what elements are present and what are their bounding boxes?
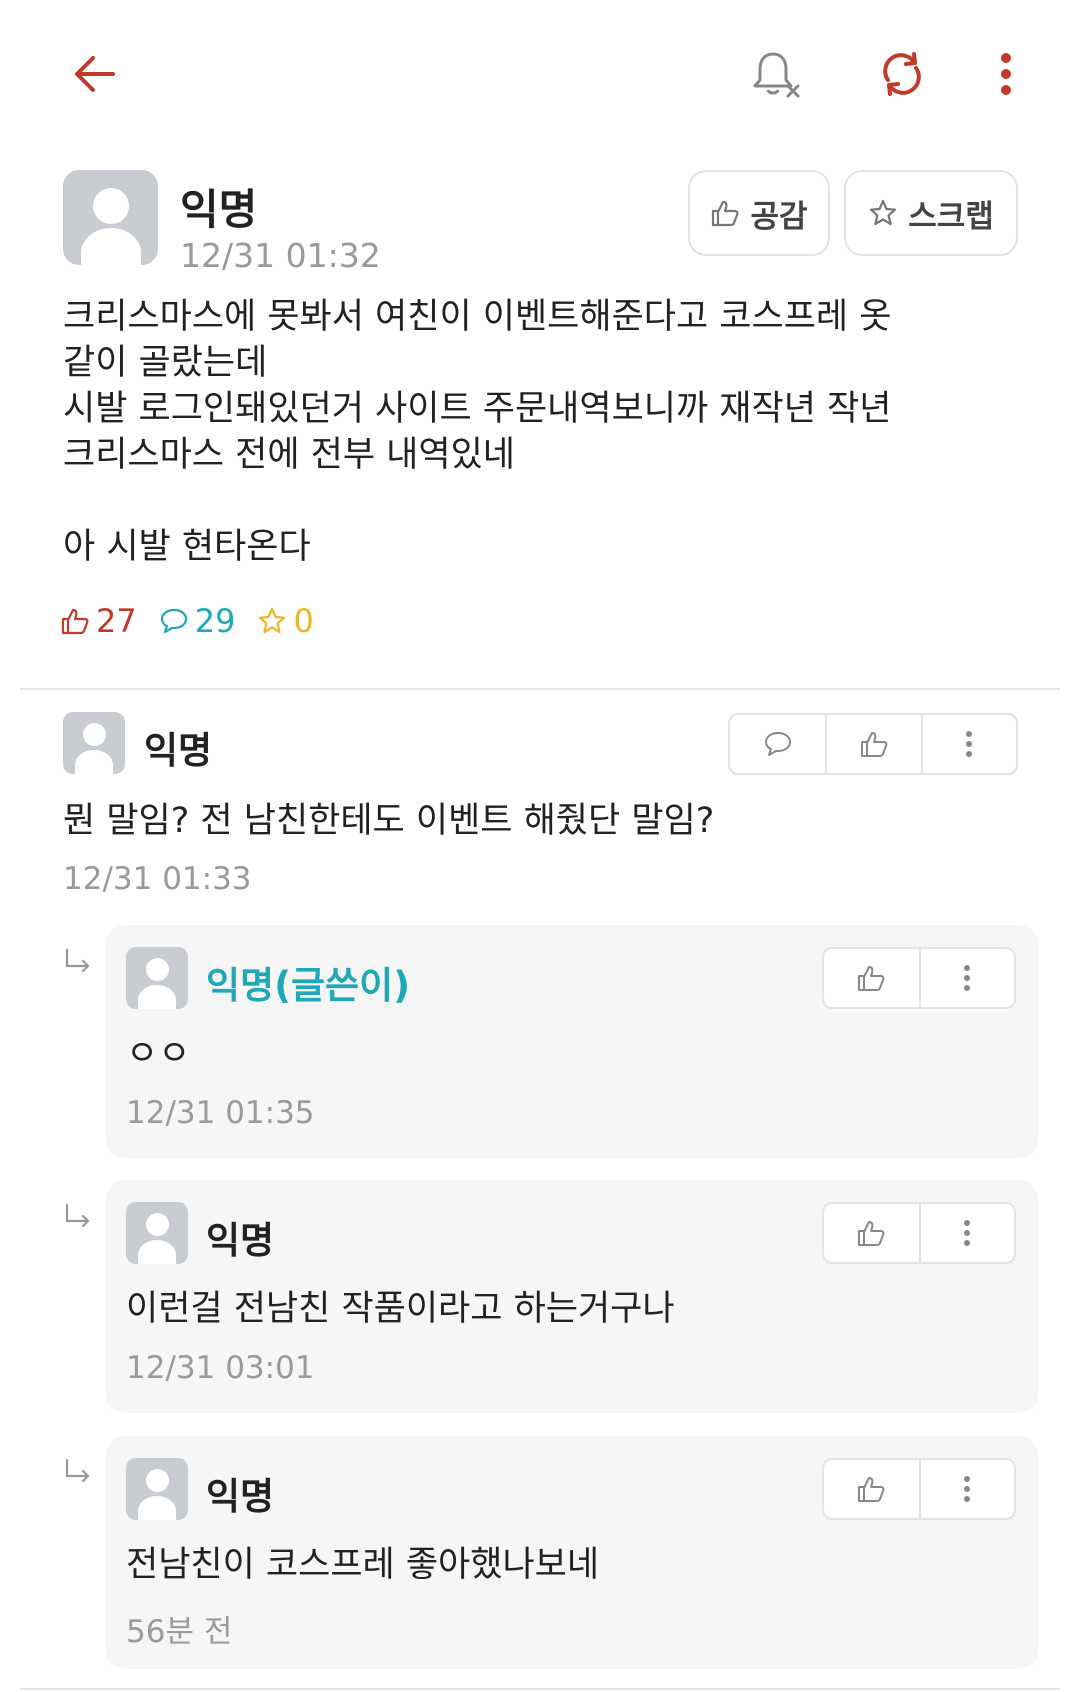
post-stats: 27 29 0 (60, 602, 336, 640)
reply-like-button[interactable] (824, 949, 919, 1007)
comment-actions (728, 713, 1018, 775)
comment-count-value: 29 (194, 602, 236, 640)
reply-text: ㅇㅇ (126, 1034, 191, 1074)
post-author: 익명 (180, 185, 258, 234)
reply-arrow-icon (65, 948, 90, 972)
scrap-count-value: 0 (293, 602, 314, 640)
comment-like-button[interactable] (825, 715, 920, 773)
reply-more-button[interactable] (918, 1460, 1014, 1518)
reply-author: 익명 (206, 1475, 275, 1518)
reply-card: 익명 전남친이 코스프레 좋아했나보네 56분 전 (106, 1436, 1038, 1669)
reply-more-button[interactable] (918, 949, 1014, 1007)
back-arrow-icon (75, 56, 115, 92)
more-vertical-icon (964, 1220, 971, 1246)
thumbs-up-icon (858, 966, 885, 991)
comment-text: 뭔 말임? 전 남친한테도 이벤트 해줬단 말임? (63, 801, 715, 841)
bottom-divider (20, 1688, 1060, 1690)
reply-actions (822, 947, 1016, 1009)
thumbs-up-icon (861, 732, 888, 757)
like-post-label: 공감 (750, 198, 808, 235)
scrap-count: 0 (257, 602, 314, 640)
reply-avatar (126, 1458, 188, 1520)
reply-avatar (126, 947, 188, 1009)
reply-card: 익명 이런걸 전남친 작품이라고 하는거구나 12/31 03:01 (106, 1180, 1038, 1413)
reply-more-button[interactable] (918, 1204, 1014, 1262)
like-count-value: 27 (96, 602, 137, 640)
reply-button[interactable] (730, 715, 825, 773)
more-vertical-icon (964, 1476, 971, 1502)
comment-more-button[interactable] (920, 715, 1016, 773)
reply-actions (822, 1458, 1016, 1520)
reply-author-op: 익명(글쓴이) (206, 964, 411, 1007)
reply-card: 익명(글쓴이) ㅇㅇ 12/31 01:35 (106, 925, 1038, 1158)
reply-text: 이런걸 전남친 작품이라고 하는거구나 (126, 1289, 675, 1329)
thumbs-up-icon (858, 1221, 885, 1246)
scrap-button[interactable]: 스크랩 (844, 170, 1018, 256)
like-count: 27 (60, 602, 137, 640)
more-menu-button[interactable] (966, 34, 1046, 114)
reply-time: 12/31 03:01 (126, 1350, 315, 1386)
thumbs-up-icon (61, 608, 89, 635)
refresh-icon (883, 52, 921, 96)
reply-arrow-icon (65, 1458, 90, 1482)
section-divider (20, 688, 1060, 690)
star-icon (259, 607, 286, 634)
reply-time: 56분 전 (126, 1614, 233, 1650)
reply-like-button[interactable] (824, 1460, 919, 1518)
post-body: 크리스마스에 못봐서 여친이 이벤트해준다고 코스프레 옷 같이 골랐는데 시발… (63, 297, 892, 567)
more-vertical-icon (966, 731, 973, 757)
refresh-button[interactable] (862, 34, 942, 114)
reply-text: 전남친이 코스프레 좋아했나보네 (126, 1545, 600, 1585)
reply-actions (822, 1202, 1016, 1264)
comment-author: 익명 (144, 729, 213, 772)
bell-off-icon (753, 52, 800, 98)
reply-author: 익명 (206, 1219, 275, 1262)
reply-like-button[interactable] (824, 1204, 919, 1262)
more-vertical-icon (964, 965, 971, 991)
comment-avatar (63, 712, 125, 774)
comment-icon (160, 608, 187, 634)
thumbs-up-icon (712, 200, 739, 227)
back-button[interactable] (54, 34, 134, 114)
comment-icon (764, 732, 791, 756)
reply-time: 12/31 01:35 (126, 1095, 315, 1131)
reply-avatar (126, 1202, 188, 1264)
comment-count: 29 (159, 602, 236, 640)
notification-toggle-button[interactable] (736, 34, 816, 114)
post-time: 12/31 01:32 (180, 236, 381, 275)
reply-arrow-icon (65, 1203, 90, 1227)
author-avatar (63, 170, 158, 265)
comment-time: 12/31 01:33 (63, 861, 252, 897)
thumbs-up-icon (858, 1477, 885, 1502)
star-icon (870, 199, 897, 226)
scrap-label: 스크랩 (908, 198, 994, 235)
more-vertical-icon (1001, 53, 1011, 95)
like-post-button[interactable]: 공감 (688, 170, 830, 256)
